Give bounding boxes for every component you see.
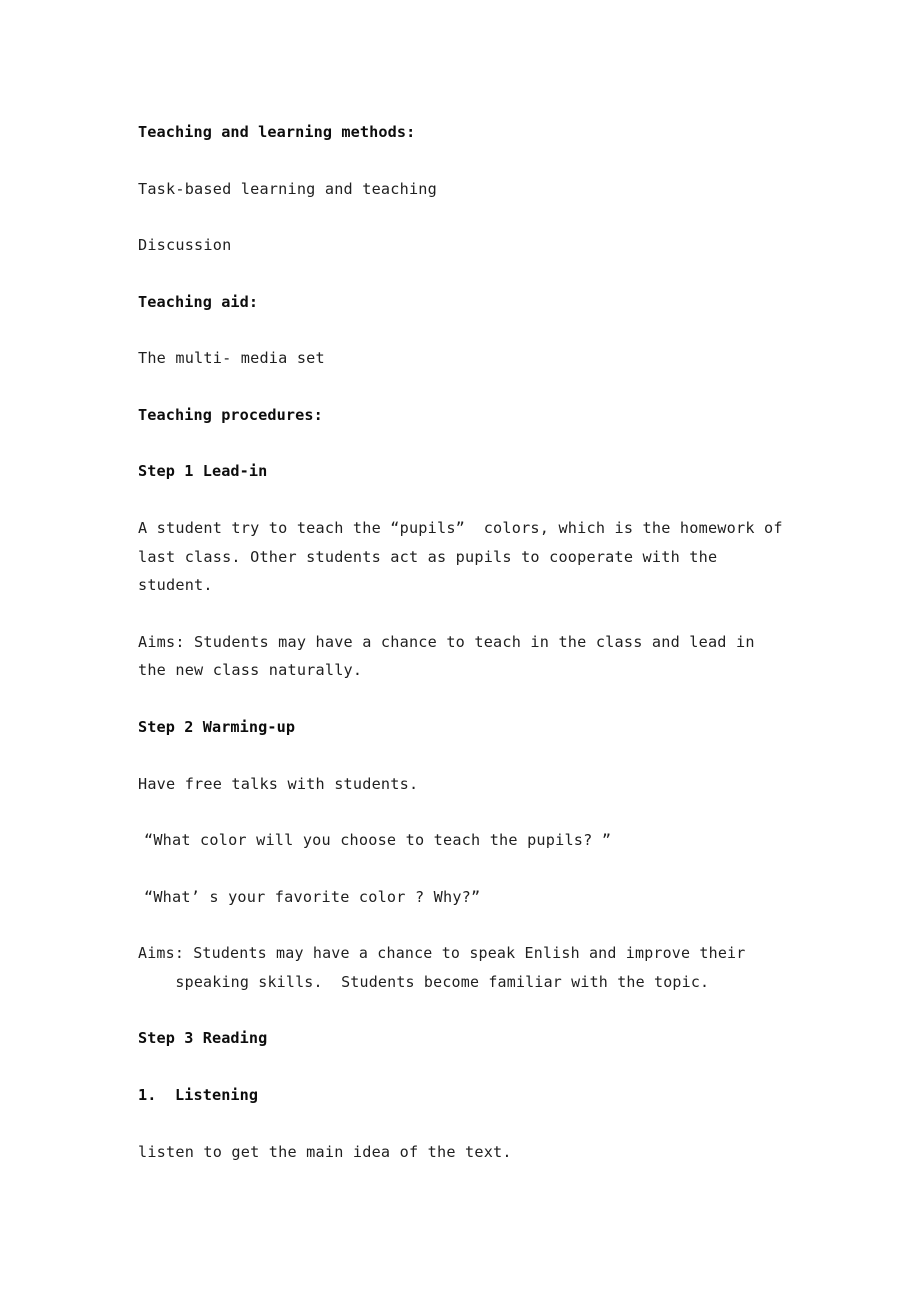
paragraph-step2-aims: Aims: Students may have a chance to spea… [138, 944, 755, 991]
step-heading-3-reading: Step 3 Reading [138, 1029, 268, 1048]
quote-step2-question-1: “What color will you choose to teach the… [144, 831, 612, 850]
section-heading-teaching-aid: Teaching aid: [138, 292, 259, 311]
document-body: Teaching and learning methods: Task-base… [138, 118, 786, 1166]
paragraph-multimedia-set: The multi- media set [138, 349, 325, 368]
step-heading-1-lead-in: Step 1 Lead-in [138, 462, 268, 481]
document-page: Teaching and learning methods: Task-base… [0, 0, 920, 1302]
paragraph-step1-description: A student try to teach the “pupils” colo… [138, 519, 793, 595]
paragraph-step2-instruction: Have free talks with students. [138, 774, 419, 793]
paragraph-discussion: Discussion [138, 236, 232, 255]
quote-step2-question-2: “What’ s your favorite color ? Why?” [144, 887, 481, 906]
paragraph-step1-aims: Aims: Students may have a chance to teac… [138, 632, 765, 680]
section-heading-teaching-procedures: Teaching procedures: [138, 405, 323, 424]
paragraph-task-based-learning: Task-based learning and teaching [138, 179, 437, 198]
section-heading-teaching-methods: Teaching and learning methods: [138, 123, 416, 141]
step-heading-2-warming-up: Step 2 Warming-up [138, 717, 296, 736]
paragraph-listening-description: listen to get the main idea of the text. [138, 1142, 512, 1161]
list-item-heading-listening: 1. Listening [138, 1085, 259, 1104]
